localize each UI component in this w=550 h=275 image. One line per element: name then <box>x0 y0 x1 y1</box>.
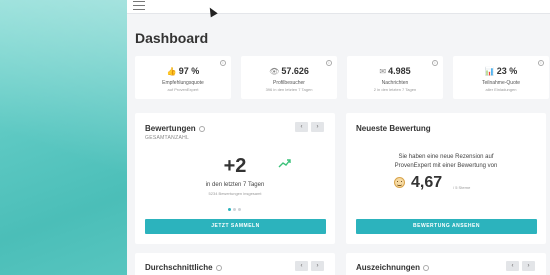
next-button[interactable]: › <box>522 261 535 271</box>
period-label: in den letzten 7 Tagen <box>205 182 265 188</box>
card-title: Durchschnittliche <box>145 263 213 272</box>
help-icon[interactable] <box>215 264 222 271</box>
stat-sub: 396 in den letzten 7 Tagen <box>265 87 313 92</box>
prev-button[interactable]: ‹ <box>295 261 308 271</box>
latest-review-card: Neueste Bewertung Sie haben eine neue Re… <box>346 113 546 244</box>
stat-sub: 2 in den letzten 7 Tagen <box>373 87 417 92</box>
review-message-line2: ProvenExpert mit einer Bewertung von <box>394 163 498 169</box>
top-bar <box>127 0 550 14</box>
thumbs-up-icon: 👍 <box>166 67 177 76</box>
carousel-dot[interactable] <box>233 208 236 211</box>
stat-value: 4.985 <box>388 66 411 76</box>
awards-card: Auszeichnungen ‹ › <box>346 253 546 275</box>
stat-value: 23 % <box>496 66 518 76</box>
carousel-dot-active[interactable] <box>228 208 231 211</box>
score-suffix: / 5 Sterne <box>453 185 471 190</box>
card-subtitle: GESAMTANZAHL <box>145 135 190 141</box>
collect-now-button[interactable]: JETZT SAMMELN <box>145 219 326 234</box>
prev-button[interactable]: ‹ <box>295 122 308 132</box>
stat-card-participation[interactable]: i 📊 23 % Teilnahme-Quote aller Einladunge… <box>453 56 549 99</box>
total-label: 5234 Bewertungen insgesamt <box>208 191 262 196</box>
menu-icon[interactable] <box>133 1 145 10</box>
stat-label: Nachrichten <box>381 80 409 86</box>
average-card: Durchschnittliche ‹ › <box>135 253 335 275</box>
stat-card-messages[interactable]: i ✉ 4.985 Nachrichten 2 in den letzten 7 … <box>347 56 443 99</box>
help-icon[interactable] <box>423 264 430 271</box>
background-panel <box>0 0 127 275</box>
next-button[interactable]: › <box>311 122 324 132</box>
trend-up-icon <box>278 159 291 168</box>
stat-label: Teilnahme-Quote <box>481 80 521 86</box>
stat-label: Profilbesucher <box>273 80 305 86</box>
ratings-card: Bewertungen GESAMTANZAHL ‹ › +2 in den l… <box>135 113 335 244</box>
eye-icon: 👁 <box>269 67 280 76</box>
card-title: Neueste Bewertung <box>356 124 431 133</box>
review-score: 4,67 <box>411 174 443 191</box>
bar-chart-icon: 📊 <box>484 67 495 76</box>
stat-label: Empfehlungsquote <box>162 80 204 86</box>
carousel-dots <box>228 208 241 211</box>
stat-sub: auf ProvenExpert <box>167 87 199 92</box>
help-icon[interactable] <box>198 125 205 132</box>
next-button[interactable]: › <box>311 261 324 271</box>
carousel-dot[interactable] <box>238 208 241 211</box>
ratings-count: +2 <box>223 155 247 177</box>
stat-value: 97 % <box>178 66 200 76</box>
card-title: Bewertungen <box>145 124 196 133</box>
stat-value: 57.626 <box>281 66 309 76</box>
stat-sub: aller Einladungen <box>485 87 517 92</box>
main-content: Dashboard i 👍 97 % Empfehlungsquote auf P… <box>127 0 550 275</box>
envelope-icon: ✉ <box>379 67 387 76</box>
prev-button[interactable]: ‹ <box>506 261 519 271</box>
page-title: Dashboard <box>135 30 209 46</box>
view-review-button[interactable]: BEWERTUNG ANSEHEN <box>356 219 537 234</box>
card-title: Auszeichnungen <box>356 263 421 272</box>
stat-card-recommendation[interactable]: i 👍 97 % Empfehlungsquote auf ProvenExper… <box>135 56 231 99</box>
stat-card-visitors[interactable]: i 👁 57.626 Profilbesucher 396 in den letz… <box>241 56 337 99</box>
review-message-line1: Sie haben eine neue Rezension auf <box>398 154 494 160</box>
smiley-icon <box>394 177 405 188</box>
